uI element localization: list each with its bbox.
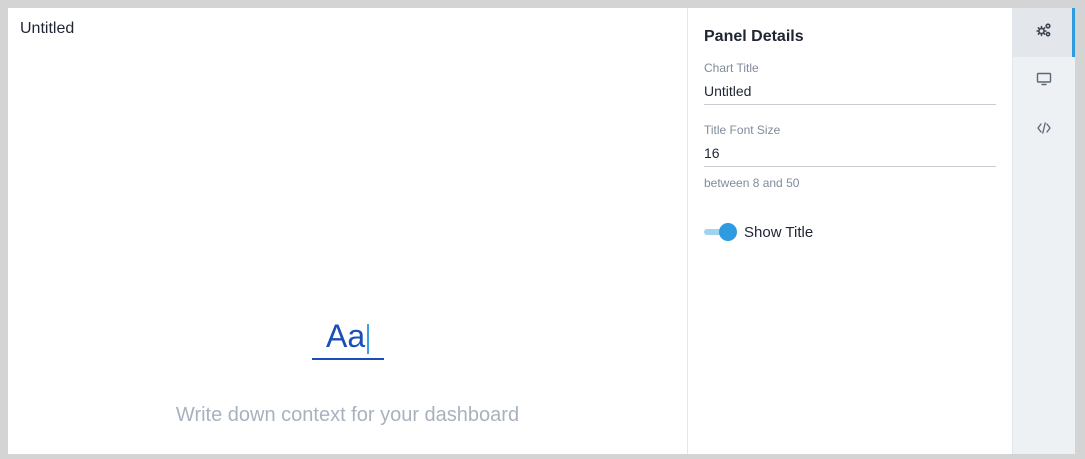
title-font-size-hint: between 8 and 50 xyxy=(704,176,800,190)
title-font-size-field: Title Font Size between 8 and 50 xyxy=(704,123,996,190)
toggle-knob xyxy=(719,223,737,241)
text-panel-canvas[interactable]: Untitled Aa Write down context for your … xyxy=(8,8,688,454)
rail-item-code[interactable] xyxy=(1013,106,1075,155)
typography-underline xyxy=(312,358,384,360)
title-font-size-input[interactable] xyxy=(704,145,996,167)
text-cursor xyxy=(367,324,369,354)
typography-icon: Aa xyxy=(312,312,384,360)
gears-icon xyxy=(1036,22,1052,43)
title-font-size-label: Title Font Size xyxy=(704,123,781,137)
show-title-toggle-row[interactable]: Show Title xyxy=(704,222,813,242)
show-title-toggle[interactable] xyxy=(704,222,738,242)
show-title-label: Show Title xyxy=(744,223,814,241)
chart-title-label: Chart Title xyxy=(704,61,759,75)
app-frame: Untitled Aa Write down context for your … xyxy=(8,8,1075,454)
canvas-placeholder-text[interactable]: Write down context for your dashboard xyxy=(8,404,687,427)
panel-details: Panel Details Chart Title Title Font Siz… xyxy=(688,8,1013,454)
rail-item-display[interactable] xyxy=(1013,57,1075,106)
code-icon xyxy=(1036,120,1052,141)
rail-item-panel-settings[interactable] xyxy=(1013,8,1075,57)
side-rail xyxy=(1013,8,1075,454)
canvas-title: Untitled xyxy=(20,20,75,37)
monitor-icon xyxy=(1036,71,1052,92)
chart-title-input[interactable] xyxy=(704,83,996,105)
typography-sample: Aa xyxy=(326,318,366,354)
chart-title-field: Chart Title xyxy=(704,61,996,105)
panel-details-heading: Panel Details xyxy=(704,28,804,45)
